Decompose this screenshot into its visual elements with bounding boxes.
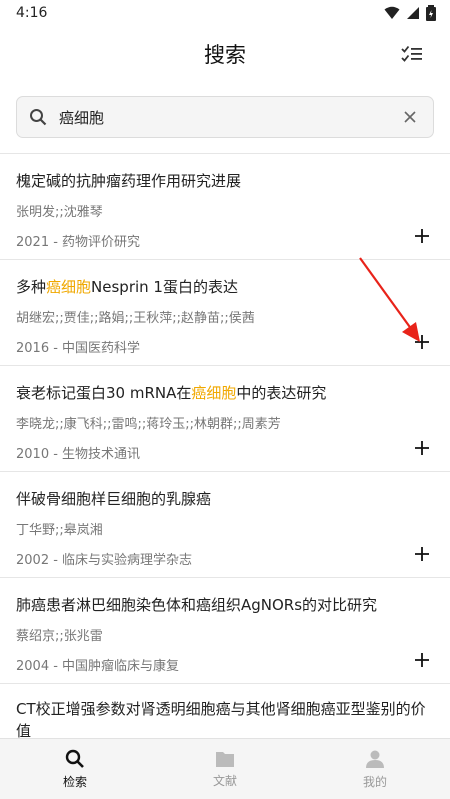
add-button[interactable] — [414, 652, 430, 668]
search-input[interactable] — [57, 107, 381, 127]
checklist-icon — [401, 45, 422, 62]
result-authors: 胡继宏;;贾佳;;路娟;;王秋萍;;赵静苗;;侯茜 — [16, 311, 255, 326]
result-item[interactable]: 衰老标记蛋白30 mRNA在癌细胞中的表达研究 李晓龙;;康飞科;;雷鸣;;蒋玲… — [0, 365, 450, 471]
status-bar: 4:16 — [0, 0, 450, 26]
app-bar: 搜索 — [0, 26, 450, 82]
result-title: 衰老标记蛋白30 mRNA在癌细胞中的表达研究 — [16, 384, 327, 402]
result-title: 伴破骨细胞样巨细胞的乳腺癌 — [16, 490, 212, 508]
nav-search[interactable]: 检索 — [0, 739, 150, 799]
result-title: 多种癌细胞Nesprin 1蛋白的表达 — [16, 278, 238, 296]
status-time: 4:16 — [16, 5, 48, 21]
checklist-button[interactable] — [400, 42, 424, 66]
signal-icon — [407, 7, 419, 19]
nav-literature[interactable]: 文献 — [150, 739, 300, 799]
add-button[interactable] — [414, 546, 430, 562]
result-authors: 蔡绍京;;张兆雷 — [16, 629, 103, 644]
add-button[interactable] — [414, 440, 430, 456]
bottom-nav: 检索 文献 我的 — [0, 738, 450, 799]
nav-search-label: 检索 — [62, 774, 87, 789]
nav-profile[interactable]: 我的 — [300, 739, 450, 799]
add-button[interactable] — [414, 228, 430, 244]
result-title: CT校正增强参数对肾透明细胞癌与其他肾细胞癌亚型鉴别的价值 — [16, 700, 426, 740]
result-authors: 丁华野;;皋岚湘 — [16, 523, 103, 538]
clear-search-button[interactable] — [401, 108, 419, 126]
person-icon — [366, 750, 384, 768]
result-item[interactable]: 伴破骨细胞样巨细胞的乳腺癌 丁华野;;皋岚湘 2002 - 临床与实验病理学杂志 — [0, 471, 450, 577]
result-authors: 张明发;;沈雅琴 — [16, 205, 103, 220]
result-meta: 2004 - 中国肿瘤临床与康复 — [16, 659, 180, 674]
result-authors: 李晓龙;;康飞科;;雷鸣;;蒋玲玉;;林朝群;;周素芳 — [16, 417, 281, 432]
nav-literature-label: 文献 — [212, 773, 237, 788]
nav-profile-label: 我的 — [362, 774, 387, 789]
page-title: 搜索 — [204, 43, 246, 67]
result-meta: 2016 - 中国医药科学 — [16, 341, 141, 356]
search-box — [16, 96, 434, 138]
result-meta: 2002 - 临床与实验病理学杂志 — [16, 553, 193, 568]
results-list: 槐定碱的抗肿瘤药理作用研究进展 张明发;;沈雅琴 2021 - 药物评价研究 多… — [0, 153, 450, 789]
result-item[interactable]: 肺癌患者淋巴细胞染色体和癌组织AgNORs的对比研究 蔡绍京;;张兆雷 2004… — [0, 577, 450, 683]
result-meta: 2010 - 生物技术通讯 — [16, 447, 141, 462]
plus-icon — [415, 335, 429, 349]
status-icons — [384, 5, 436, 21]
plus-icon — [415, 441, 429, 455]
close-icon — [404, 111, 416, 123]
folder-icon — [216, 751, 234, 767]
add-button[interactable] — [414, 334, 430, 350]
plus-icon — [415, 547, 429, 561]
battery-icon — [426, 5, 436, 21]
result-title: 肺癌患者淋巴细胞染色体和癌组织AgNORs的对比研究 — [16, 596, 378, 614]
result-meta: 2021 - 药物评价研究 — [16, 235, 141, 250]
search-icon — [29, 108, 47, 126]
result-title: 槐定碱的抗肿瘤药理作用研究进展 — [16, 172, 242, 190]
plus-icon — [415, 229, 429, 243]
result-item[interactable]: 多种癌细胞Nesprin 1蛋白的表达 胡继宏;;贾佳;;路娟;;王秋萍;;赵静… — [0, 259, 450, 365]
plus-icon — [415, 653, 429, 667]
result-item[interactable]: 槐定碱的抗肿瘤药理作用研究进展 张明发;;沈雅琴 2021 - 药物评价研究 — [0, 153, 450, 259]
highlight-term: 癌细胞 — [191, 384, 237, 402]
highlight-term: 癌细胞 — [46, 278, 92, 296]
search-icon — [65, 749, 84, 768]
wifi-icon — [384, 6, 400, 19]
